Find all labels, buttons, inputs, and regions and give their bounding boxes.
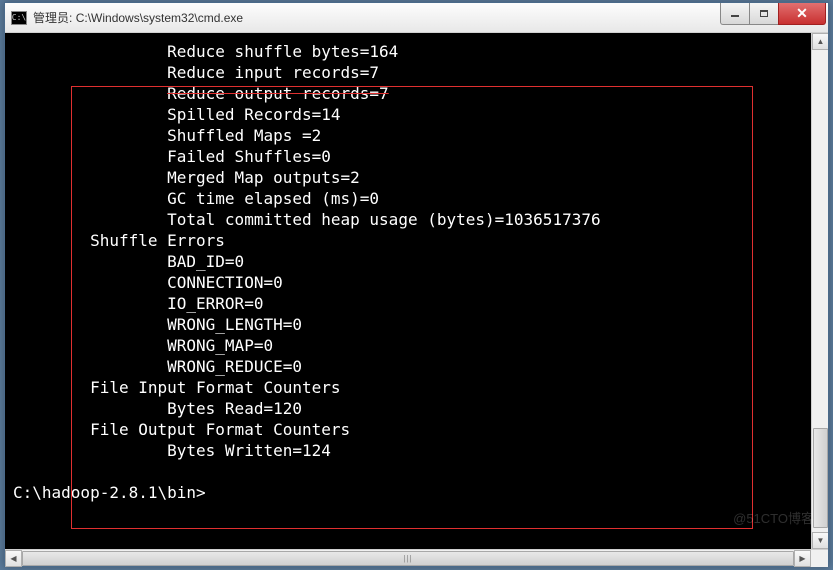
cmd-icon: C:\: [11, 11, 27, 25]
vertical-scroll-thumb[interactable]: [813, 428, 828, 528]
out-line: Total committed heap usage (bytes)=10365…: [13, 210, 601, 229]
out-line: GC time elapsed (ms)=0: [13, 189, 379, 208]
cmd-window: C:\ 管理员: C:\Windows\system32\cmd.exe ✕ R…: [4, 2, 829, 567]
minimize-icon: [731, 15, 739, 17]
out-line: IO_ERROR=0: [13, 294, 263, 313]
out-line: Failed Shuffles=0: [13, 147, 331, 166]
scroll-grip-icon: |||: [403, 554, 412, 563]
scroll-down-button[interactable]: ▼: [812, 532, 828, 549]
out-header: File Output Format Counters: [13, 420, 350, 439]
scroll-right-button[interactable]: ▶: [794, 550, 811, 567]
window-title: 管理员: C:\Windows\system32\cmd.exe: [33, 9, 721, 26]
out-line: Merged Map outputs=2: [13, 168, 360, 187]
out-line: Bytes Written=124: [13, 441, 331, 460]
out-line: Spilled Records=14: [13, 105, 341, 124]
scroll-left-button[interactable]: ◀: [5, 550, 22, 567]
titlebar[interactable]: C:\ 管理员: C:\Windows\system32\cmd.exe ✕: [5, 3, 828, 33]
console-area: Reduce shuffle bytes=164 Reduce input re…: [5, 33, 828, 549]
out-line: Reduce input records=7: [13, 63, 379, 82]
out-line: Reduce shuffle bytes=164: [13, 42, 398, 61]
out-line: CONNECTION=0: [13, 273, 283, 292]
out-header: File Input Format Counters: [13, 378, 341, 397]
prompt-line[interactable]: C:\hadoop-2.8.1\bin>: [13, 483, 206, 502]
watermark: @51CTO博客: [733, 508, 814, 527]
out-line: WRONG_LENGTH=0: [13, 315, 302, 334]
scroll-corner: [811, 550, 828, 567]
maximize-button[interactable]: [749, 3, 779, 25]
minimize-button[interactable]: [720, 3, 750, 25]
out-line: Bytes Read=120: [13, 399, 302, 418]
out-line: BAD_ID=0: [13, 252, 244, 271]
horizontal-scroll-thumb[interactable]: |||: [22, 551, 794, 566]
out-line: Shuffled Maps =2: [13, 126, 321, 145]
out-header: Shuffle Errors: [13, 231, 225, 250]
console-output[interactable]: Reduce shuffle bytes=164 Reduce input re…: [5, 33, 811, 549]
vertical-scrollbar[interactable]: ▲ ▼: [811, 33, 828, 549]
horizontal-scrollbar[interactable]: ◀ ||| ▶: [5, 549, 828, 566]
out-line: Reduce output records=7: [13, 84, 389, 103]
out-line: WRONG_MAP=0: [13, 336, 273, 355]
out-line: WRONG_REDUCE=0: [13, 357, 302, 376]
close-button[interactable]: ✕: [778, 3, 826, 25]
maximize-icon: [760, 10, 768, 17]
title-prefix: 管理员:: [33, 11, 72, 25]
window-controls: ✕: [721, 3, 828, 25]
close-icon: ✕: [796, 6, 808, 20]
title-path: C:\Windows\system32\cmd.exe: [76, 11, 243, 25]
hscroll-track[interactable]: |||: [22, 550, 794, 567]
scroll-up-button[interactable]: ▲: [812, 33, 828, 50]
